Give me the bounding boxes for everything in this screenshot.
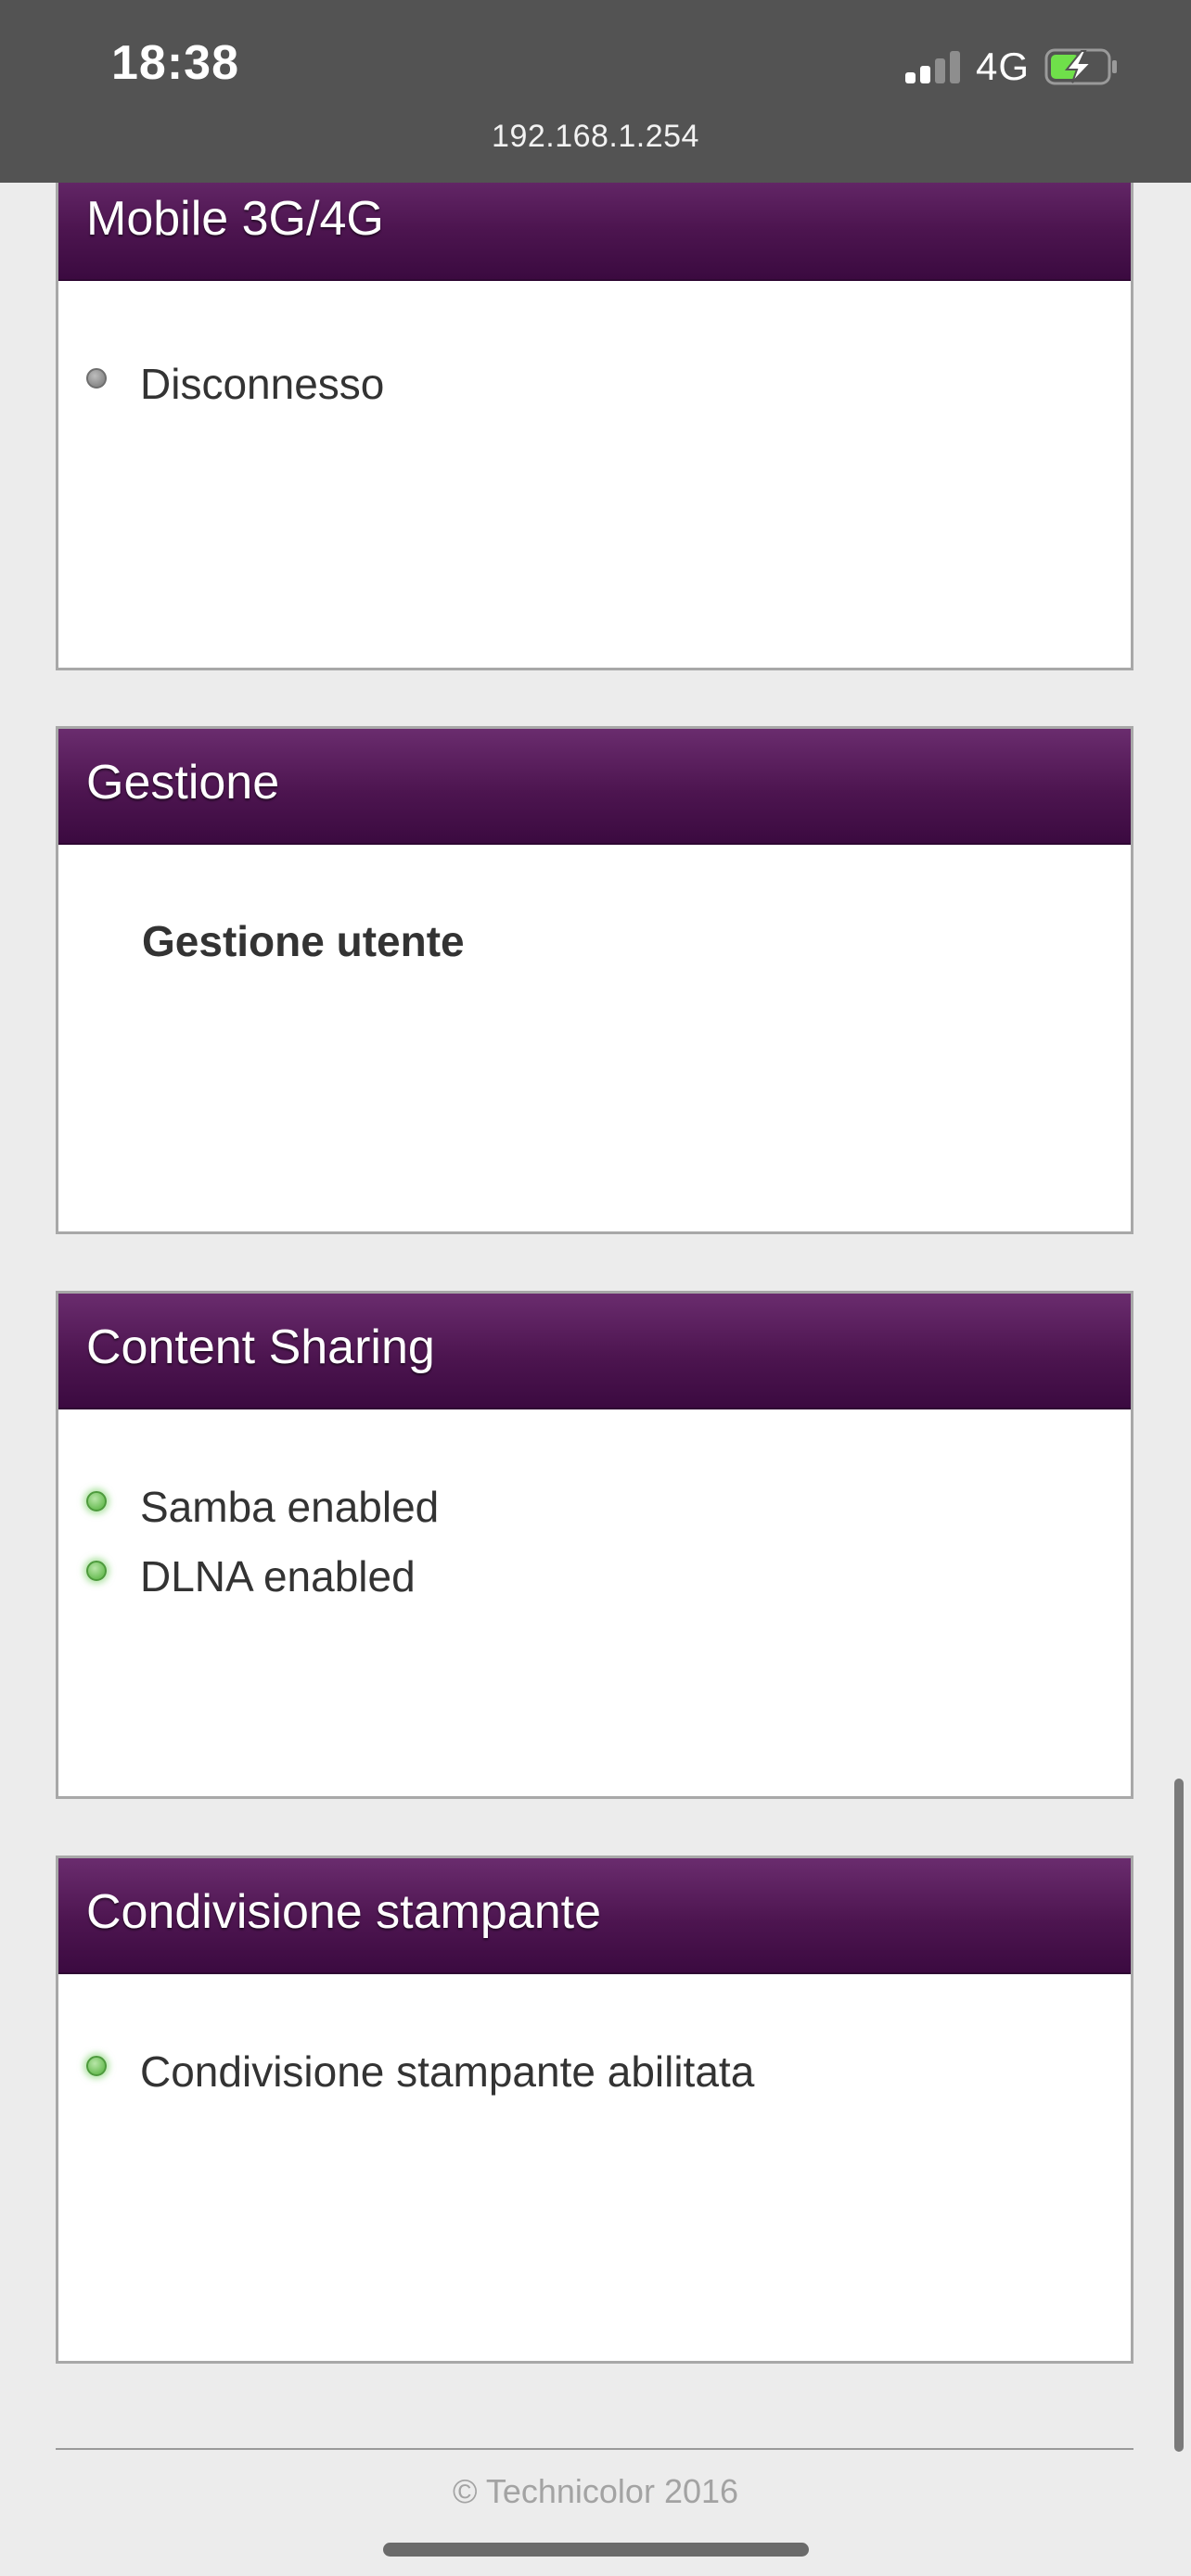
status-label: Condivisione stampante abilitata: [140, 2047, 755, 2096]
status-row: Condivisione stampante abilitata: [58, 2050, 1079, 2106]
status-green-dot-icon: [86, 1491, 107, 1511]
card-title: Content Sharing: [86, 1320, 435, 1374]
status-label: Disconnesso: [140, 360, 385, 408]
status-row-samba: Samba enabled: [58, 1486, 1079, 1541]
status-green-dot-icon: [86, 1561, 107, 1581]
gestione-card[interactable]: Gestione Gestione utente: [56, 726, 1133, 1234]
card-title: Mobile 3G/4G: [86, 192, 384, 246]
copyright-footer: © Technicolor 2016: [452, 2472, 739, 2510]
card-header: Condivisione stampante: [58, 1858, 1131, 1974]
printer-sharing-card[interactable]: Condivisione stampante Condivisione stam…: [56, 1855, 1133, 2364]
status-row: Disconnesso: [58, 363, 1079, 418]
mobile-card[interactable]: Mobile 3G/4G Disconnesso: [56, 162, 1133, 670]
status-gray-dot-icon: [86, 368, 107, 389]
address-bar-url[interactable]: 192.168.1.254: [0, 119, 1191, 155]
network-type: 4G: [976, 45, 1031, 88]
status-label: Samba enabled: [140, 1483, 440, 1531]
status-green-dot-icon: [86, 2056, 107, 2076]
page-scrollbar[interactable]: [1174, 1779, 1184, 2452]
status-bar: 18:38 4G 192.168.1.254: [0, 0, 1191, 183]
card-title: Condivisione stampante: [86, 1885, 601, 1939]
battery-charging-icon: [1044, 48, 1117, 85]
card-header: Gestione: [58, 729, 1131, 845]
content-sharing-card[interactable]: Content Sharing Samba enabled DLNA enabl…: [56, 1291, 1133, 1799]
user-management-link[interactable]: Gestione utente: [142, 916, 465, 966]
clock: 18:38: [111, 36, 239, 90]
status-label: DLNA enabled: [140, 1552, 416, 1600]
card-title: Gestione: [86, 756, 280, 810]
home-indicator[interactable]: [383, 2543, 809, 2557]
status-row-dlna: DLNA enabled: [58, 1555, 1079, 1611]
card-header: Content Sharing: [58, 1294, 1131, 1409]
footer-divider: [56, 2448, 1133, 2450]
cellular-signal-icon: [905, 50, 963, 83]
